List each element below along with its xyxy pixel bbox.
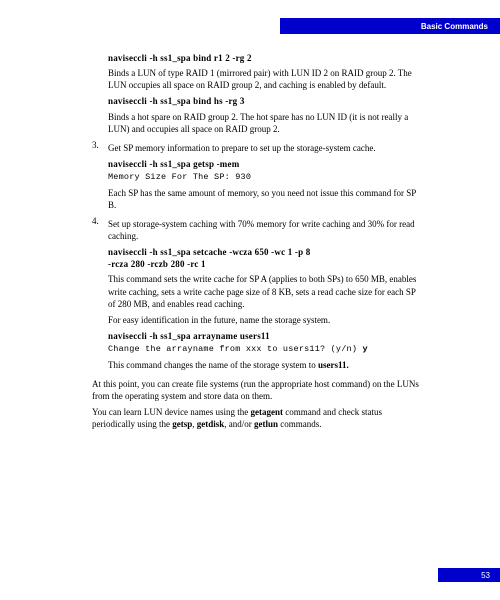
header-title: Basic Commands bbox=[421, 22, 488, 31]
body-text: For easy identification in the future, n… bbox=[108, 314, 422, 326]
command-line: naviseccli -h ss1_spa arrayname users11 bbox=[108, 330, 422, 342]
step-text: Set up storage-system caching with 70% m… bbox=[108, 218, 422, 242]
text-span: commands. bbox=[278, 419, 322, 429]
step-3: 3. Get SP memory information to prepare … bbox=[92, 139, 422, 215]
body-text: At this point, you can create file syste… bbox=[92, 378, 422, 402]
bold-term: getlun bbox=[254, 419, 278, 429]
body-text: Binds a hot spare on RAID group 2. The h… bbox=[108, 111, 422, 135]
command-line: naviseccli -h ss1_spa bind r1 2 -rg 2 bbox=[108, 52, 422, 64]
text-span: You can learn LUN device names using the bbox=[92, 407, 251, 417]
body-text: Each SP has the same amount of memory, s… bbox=[108, 187, 422, 211]
bold-term: getdisk bbox=[197, 419, 225, 429]
terminal-output: Change the arrayname from xxx to users11… bbox=[108, 344, 422, 355]
command-line: naviseccli -h ss1_spa setcache -wcza 650… bbox=[108, 246, 422, 258]
terminal-input: y bbox=[362, 344, 367, 354]
command-line: naviseccli -h ss1_spa getsp -mem bbox=[108, 158, 422, 170]
body-text: Binds a LUN of type RAID 1 (mirrored pai… bbox=[108, 67, 422, 91]
step-text: Get SP memory information to prepare to … bbox=[108, 142, 422, 154]
terminal-text: Change the arrayname from xxx to users11… bbox=[108, 344, 362, 354]
body-text: You can learn LUN device names using the… bbox=[92, 406, 422, 430]
page-body: naviseccli -h ss1_spa bind r1 2 -rg 2 Bi… bbox=[92, 48, 422, 434]
body-text: This command changes the name of the sto… bbox=[108, 359, 422, 371]
bold-term: users11. bbox=[318, 360, 349, 370]
bold-term: getsp bbox=[172, 419, 192, 429]
block-cmd-r1: naviseccli -h ss1_spa bind r1 2 -rg 2 Bi… bbox=[108, 52, 422, 135]
terminal-output: Memory Size For The SP: 930 bbox=[108, 172, 422, 183]
bold-term: getagent bbox=[251, 407, 284, 417]
page-number: 53 bbox=[481, 571, 490, 580]
text-span: , and/or bbox=[224, 419, 254, 429]
command-line: naviseccli -h ss1_spa bind hs -rg 3 bbox=[108, 95, 422, 107]
body-text: This command sets the write cache for SP… bbox=[108, 273, 422, 309]
command-line: -rcza 280 -rczb 280 -rc 1 bbox=[108, 258, 422, 270]
step-number: 3. bbox=[92, 139, 108, 215]
header-bar: Basic Commands bbox=[280, 18, 500, 34]
step-number: 4. bbox=[92, 215, 108, 375]
footer-bar: 53 bbox=[438, 568, 500, 582]
step-4: 4. Set up storage-system caching with 70… bbox=[92, 215, 422, 375]
text-span: This command changes the name of the sto… bbox=[108, 360, 318, 370]
